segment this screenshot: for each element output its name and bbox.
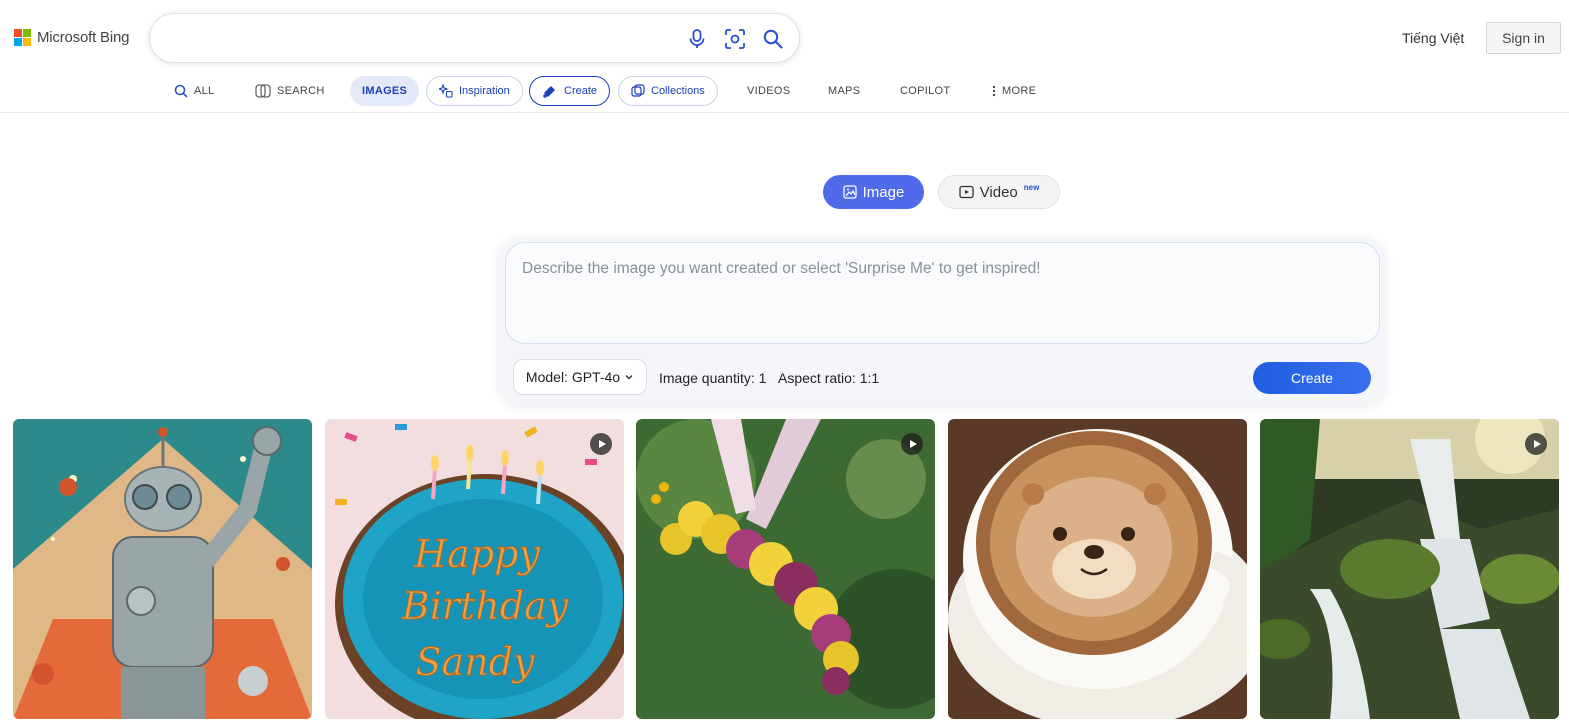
tab-maps-label: MAPS: [828, 85, 861, 97]
collections-icon: [631, 84, 645, 97]
tab-videos-label: VIDEOS: [747, 85, 791, 97]
create-button[interactable]: Create: [1253, 362, 1371, 394]
prompt-card: Describe the image you want created or s…: [498, 237, 1386, 405]
cake-text-sandy: Sandy: [416, 640, 535, 684]
play-icon: [590, 433, 612, 455]
image-icon: [842, 185, 857, 199]
tab-images[interactable]: IMAGES: [350, 76, 420, 106]
gallery-image-otter-latte[interactable]: [948, 419, 1247, 719]
model-selector[interactable]: Model: GPT-4o: [513, 359, 647, 395]
play-icon: [901, 433, 923, 455]
tab-videos[interactable]: VIDEOS: [747, 76, 790, 106]
tab-images-label: IMAGES: [362, 85, 408, 97]
bing-image-creator-page: Microsoft Bing Tiếng Việt Sign in ALL SE…: [0, 0, 1569, 725]
tab-inspiration-label: Inspiration: [459, 85, 510, 97]
prompt-textarea[interactable]: Describe the image you want created or s…: [505, 242, 1380, 344]
tab-copilot[interactable]: COPILOT: [900, 76, 950, 106]
visual-search-icon[interactable]: [723, 27, 747, 51]
nav-bar: ALL SEARCH IMAGES Inspiration Create Col…: [0, 76, 1569, 113]
chevron-down-icon: [625, 375, 633, 380]
tab-collections[interactable]: Collections: [618, 76, 718, 106]
image-mode-label: Image: [862, 183, 905, 201]
microphone-icon[interactable]: [685, 27, 709, 51]
cake-text-happy: Happy: [413, 532, 540, 576]
gallery-image-flower-caterpillar[interactable]: [636, 419, 935, 719]
sign-in-button[interactable]: Sign in: [1486, 22, 1561, 54]
video-icon: [959, 185, 974, 199]
search-icon[interactable]: [761, 27, 785, 51]
gallery-image-waterfall[interactable]: [1260, 419, 1559, 719]
search-icon: [174, 84, 188, 98]
bing-logo[interactable]: Microsoft Bing: [14, 29, 129, 46]
inspiration-icon: [439, 84, 453, 98]
aspect-ratio-setting[interactable]: Aspect ratio: 1:1: [778, 370, 879, 386]
create-brush-icon: [543, 86, 555, 98]
image-quantity-setting[interactable]: Image quantity: 1: [659, 370, 766, 386]
tab-collections-label: Collections: [651, 85, 705, 97]
tab-all-label: ALL: [194, 85, 215, 97]
gallery-image-robot[interactable]: [13, 419, 312, 719]
tab-more-label: MORE: [1002, 85, 1037, 97]
tab-maps[interactable]: MAPS: [828, 76, 860, 106]
model-label: Model: GPT-4o: [525, 369, 621, 385]
cake-text-birthday: Birthday: [401, 584, 569, 628]
tab-search-label: SEARCH: [277, 85, 325, 97]
new-badge: new: [1023, 182, 1040, 192]
tab-all[interactable]: ALL: [174, 76, 214, 106]
play-icon: [1525, 433, 1547, 455]
copilot-search-icon: [255, 84, 271, 98]
image-mode-button[interactable]: Image: [823, 175, 924, 209]
tab-search[interactable]: SEARCH: [255, 76, 325, 106]
prompt-placeholder: Describe the image you want created or s…: [522, 260, 1041, 277]
language-link[interactable]: Tiếng Việt: [1402, 30, 1464, 46]
video-mode-button[interactable]: Video new: [938, 175, 1060, 209]
microsoft-logo-icon: [14, 29, 31, 46]
search-input[interactable]: [149, 13, 800, 63]
video-mode-label: Video: [979, 183, 1018, 201]
tab-more[interactable]: MORE: [992, 76, 1036, 106]
tab-inspiration[interactable]: Inspiration: [426, 76, 523, 106]
logo-text: Microsoft Bing: [37, 29, 130, 46]
gallery-image-birthday-cake[interactable]: Happy Birthday Sandy: [325, 419, 624, 719]
tab-create[interactable]: Create: [529, 76, 611, 106]
more-dots-icon: [992, 85, 996, 97]
tab-copilot-label: COPILOT: [900, 85, 951, 97]
tab-create-label: Create: [564, 85, 598, 97]
